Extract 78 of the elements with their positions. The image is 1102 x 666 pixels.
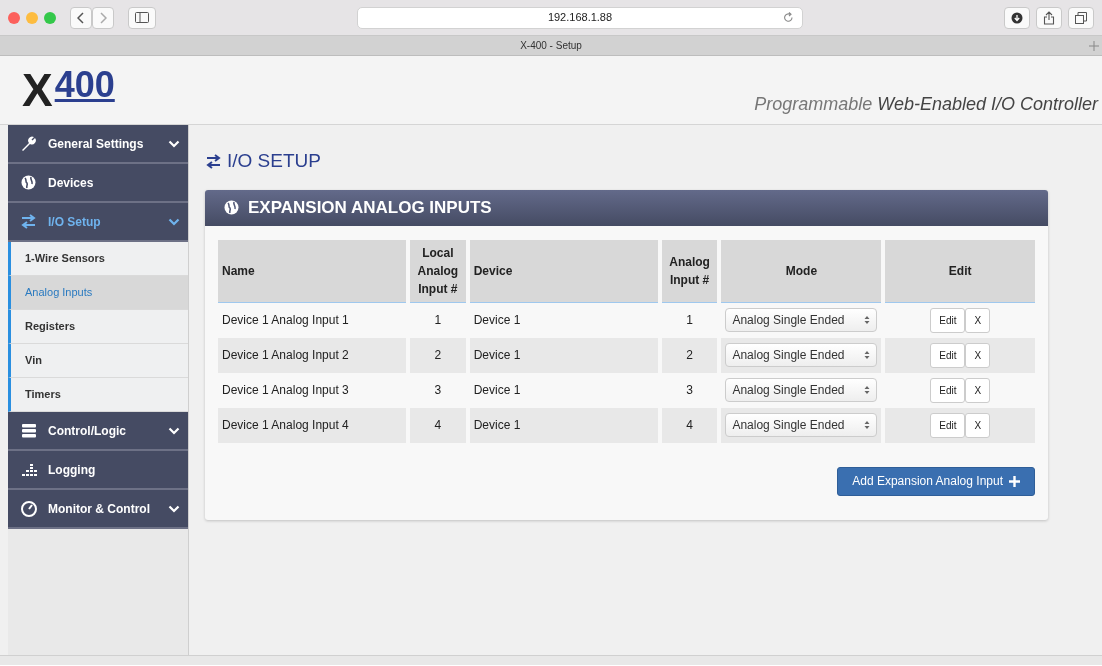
table-cell: 2 [661, 337, 718, 373]
sidebar-toggle-button[interactable] [128, 6, 156, 29]
table-cell: 2 [410, 337, 466, 373]
select-arrows-icon [864, 385, 871, 395]
table-cell: Device 1 [469, 407, 658, 443]
maximize-button[interactable] [44, 11, 56, 24]
edit-button[interactable]: Edit [930, 412, 966, 438]
column-header: Local Analog Input # [410, 239, 466, 303]
sidebar-item[interactable]: Control/Logic [8, 412, 188, 451]
sidebar-item[interactable]: Devices [8, 164, 188, 203]
delete-button[interactable]: X [965, 377, 991, 403]
mode-select[interactable]: Analog Single Ended [725, 378, 878, 402]
edit-button[interactable]: Edit [930, 342, 966, 368]
table-cell: 4 [661, 407, 718, 443]
sidebar-subitem[interactable]: Registers [8, 310, 188, 344]
tagline: Programmable Web-Enabled I/O Controller [754, 93, 1098, 116]
edit-button[interactable]: Edit [930, 377, 966, 403]
downloads-button[interactable] [1004, 6, 1030, 29]
address-text: 192.168.1.88 [547, 10, 613, 26]
column-header: Device [469, 239, 658, 303]
share-button[interactable] [1036, 6, 1062, 29]
table-cell: Device 1 Analog Input 2 [218, 337, 407, 373]
globe-icon [223, 199, 240, 216]
back-button[interactable] [70, 6, 92, 29]
reload-icon[interactable] [783, 12, 794, 23]
edit-button[interactable]: Edit [930, 307, 966, 333]
minimize-button[interactable] [26, 11, 38, 24]
panel-title: EXPANSION ANALOG INPUTS [248, 196, 492, 219]
delete-button[interactable]: X [965, 307, 991, 333]
table-cell-text: Device 1 [472, 312, 522, 329]
table-cell-text: 1 [685, 312, 694, 329]
mode-select[interactable]: Analog Single Ended [725, 308, 878, 332]
tabs-icon [1075, 11, 1087, 24]
table-cell-text: Device 1 Analog Input 3 [221, 382, 350, 399]
tabs-button[interactable] [1068, 6, 1094, 29]
table-cell-text: Device 1 [472, 382, 522, 399]
server-stack-icon [20, 421, 38, 440]
tab-title[interactable]: X-400 - Setup [520, 38, 582, 53]
wrench-icon [20, 134, 38, 153]
close-button[interactable] [8, 11, 20, 24]
delete-button[interactable]: X [965, 412, 991, 438]
sidebar-item[interactable]: Logging [8, 451, 188, 490]
gauge-icon [20, 499, 38, 518]
sidebar-subitem[interactable]: Timers [8, 378, 188, 412]
table-cell: Device 1 Analog Input 4 [218, 407, 407, 443]
share-icon [1043, 10, 1055, 25]
sidebar-item[interactable]: Monitor & Control [8, 490, 188, 529]
table-cell: 4 [410, 407, 466, 443]
column-header: Mode [721, 239, 882, 303]
table-cell-text: 3 [433, 382, 443, 399]
delete-button[interactable]: X [965, 342, 991, 368]
exchange-arrows-icon [20, 212, 38, 231]
mode-select[interactable]: Analog Single Ended [725, 413, 878, 437]
select-arrows-icon [864, 420, 871, 430]
select-arrows-icon [864, 350, 871, 360]
table-cell: Device 1 [469, 337, 658, 373]
select-arrows-icon [864, 315, 871, 325]
globe-icon [20, 173, 38, 192]
mode-select[interactable]: Analog Single Ended [725, 343, 878, 367]
exchange-arrows-icon [205, 152, 223, 170]
table-cell-text: 1 [433, 312, 443, 329]
address-bar[interactable]: 192.168.1.88 [357, 6, 803, 29]
column-header: Analog Input # [661, 239, 718, 303]
plus-icon [1009, 475, 1020, 487]
column-header: Name [218, 239, 407, 303]
sidebar-item[interactable]: General Settings [8, 125, 188, 164]
table-cell-text: Device 1 Analog Input 1 [221, 312, 350, 329]
page-title: I/O SETUP [227, 149, 321, 173]
sidebar-icon [135, 12, 149, 23]
column-header: Edit [885, 239, 1035, 303]
add-input-button[interactable]: Add Expansion Analog Input [837, 466, 1035, 496]
table-cell-text: 3 [685, 382, 694, 399]
new-tab-icon[interactable] [1089, 40, 1099, 51]
sidebar-subitem[interactable]: 1-Wire Sensors [8, 242, 188, 276]
sidebar-subitem[interactable]: Vin [8, 344, 188, 378]
sidebar-item[interactable]: I/O Setup [8, 203, 188, 242]
download-icon [1011, 11, 1023, 24]
forward-button[interactable] [92, 6, 114, 29]
